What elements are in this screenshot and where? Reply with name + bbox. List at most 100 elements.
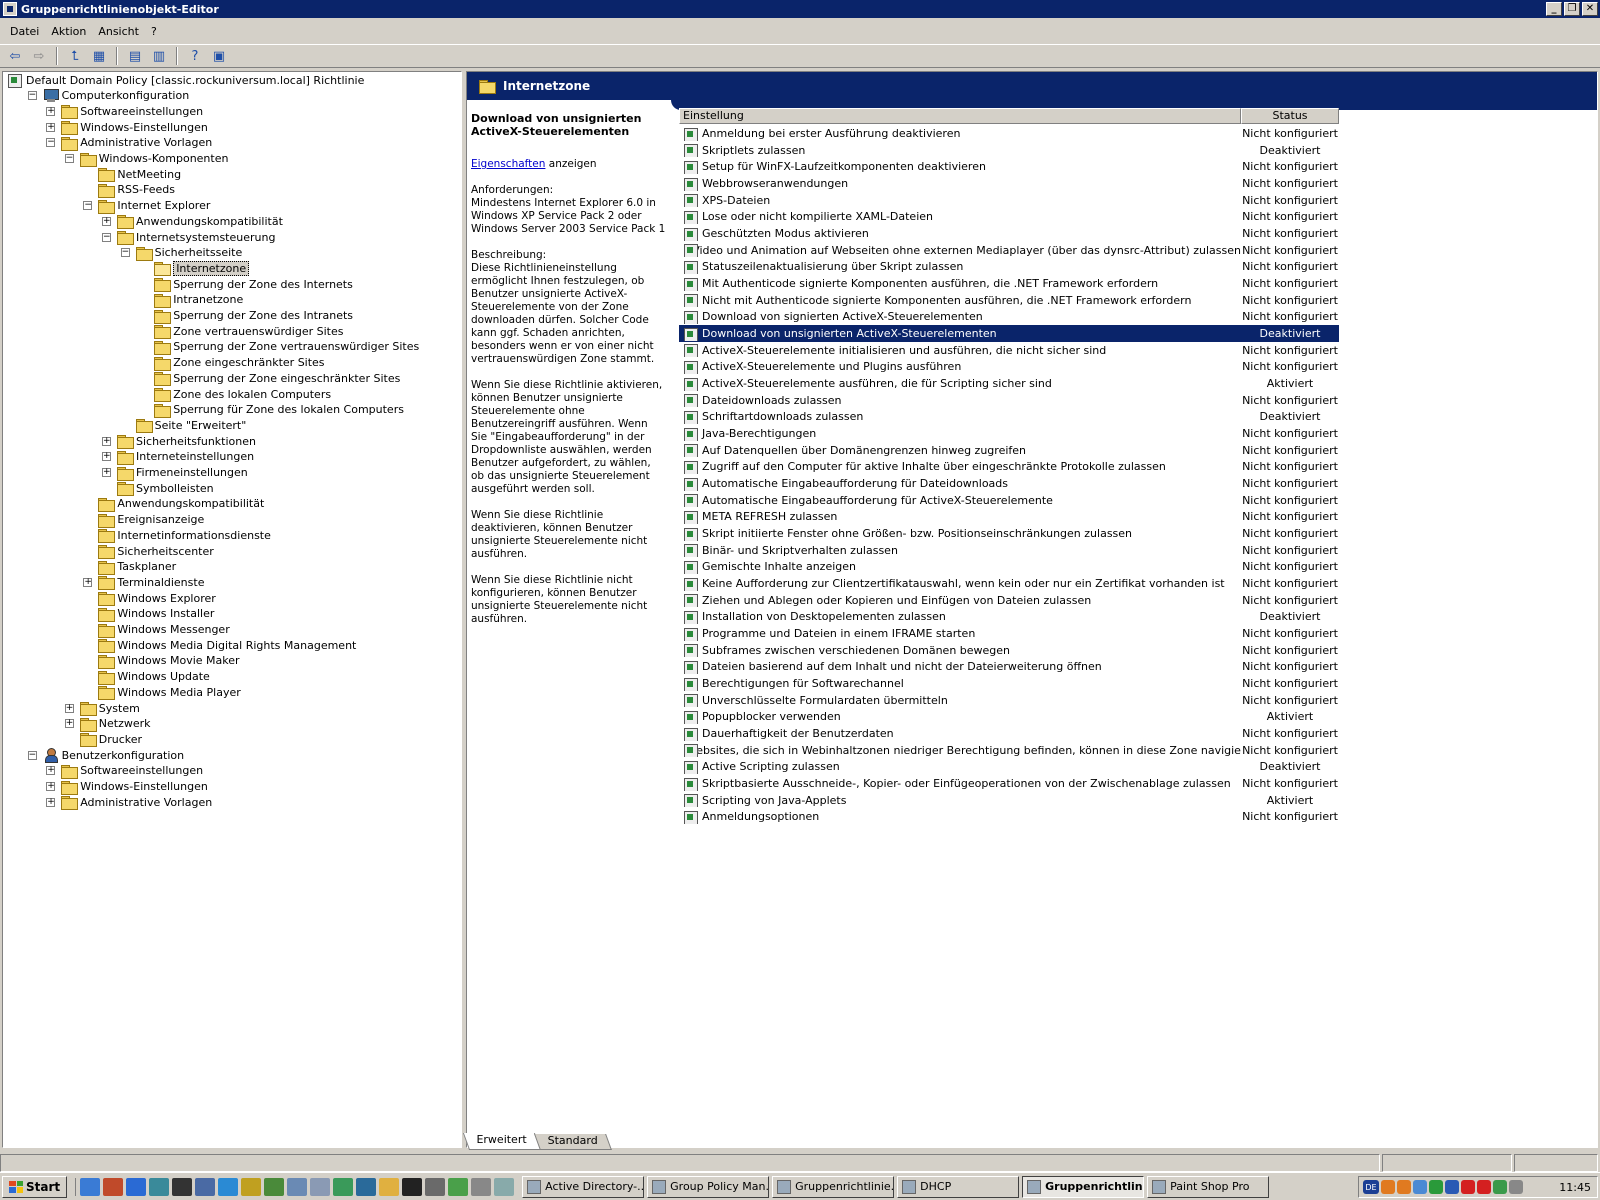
setting-row[interactable]: Skriptlets zulassen Deaktiviert: [679, 142, 1339, 159]
expand-icon[interactable]: +: [102, 436, 111, 446]
disk-icon[interactable]: [287, 1177, 308, 1196]
forward-icon[interactable]: ⇨: [28, 46, 50, 66]
setting-row[interactable]: Binär- und Skriptverhalten zulassen Nicht…: [679, 542, 1339, 559]
expand-icon[interactable]: +: [46, 782, 56, 791]
help-icon[interactable]: ?: [184, 46, 206, 66]
expand-icon[interactable]: +: [102, 216, 111, 226]
tray-stop-icon[interactable]: [1461, 1180, 1475, 1194]
tree-item[interactable]: Sperrung der Zone eingeschränkter Sites: [139, 370, 400, 387]
setting-row[interactable]: Auf Datenquellen über Domänengrenzen hin…: [679, 442, 1339, 459]
tree-item[interactable]: + Softwareeinstellungen: [46, 763, 203, 779]
tree-item[interactable]: + Firmeneinstellungen: [102, 465, 248, 481]
tree-item[interactable]: − Windows-Komponenten: [64, 151, 228, 167]
tree-item[interactable]: Ereignisanzeige: [83, 512, 204, 528]
setting-row[interactable]: Dauerhaftigkeit der Benutzerdaten Nicht k…: [679, 725, 1339, 742]
tree-item[interactable]: Sicherheitscenter: [83, 543, 214, 559]
setting-row[interactable]: Anmeldungsoptionen Nicht konfiguriert: [679, 808, 1339, 825]
tree-item[interactable]: Symbolleisten: [102, 480, 214, 497]
taskbar-button[interactable]: Paint Shop Pro: [1147, 1175, 1270, 1198]
setting-row[interactable]: META REFRESH zulassen Nicht konfiguriert: [679, 508, 1339, 525]
show-hide-tree-icon[interactable]: ▦: [88, 46, 110, 66]
setting-row[interactable]: Setup für WinFX-Laufzeitkomponenten deak…: [679, 158, 1339, 175]
collapse-icon[interactable]: −: [27, 91, 37, 101]
tray-recycle-icon[interactable]: [1493, 1180, 1507, 1194]
setting-row[interactable]: Lose oder nicht kompilierte XAML-Dateien…: [679, 208, 1339, 225]
tree-item[interactable]: Sperrung der Zone des Intranets: [139, 308, 353, 324]
tray-shield-icon[interactable]: [1429, 1180, 1443, 1194]
setting-row[interactable]: Automatische Eingabeaufforderung für Dat…: [679, 475, 1339, 492]
setting-row[interactable]: Geschützten Modus aktivieren Nicht konfig…: [679, 225, 1339, 242]
tree-item[interactable]: RSS-Feeds: [83, 182, 175, 198]
tree-item[interactable]: Windows Media Digital Rights Management: [83, 637, 356, 654]
tab-standard[interactable]: Standard: [534, 1134, 613, 1150]
tree-item[interactable]: + Windows-Einstellungen: [46, 119, 208, 136]
setting-row[interactable]: Websites, die sich in Webinhaltzonen nie…: [679, 742, 1339, 759]
expand-icon[interactable]: +: [102, 468, 111, 477]
setting-row[interactable]: Download von unsignierten ActiveX-Steuer…: [679, 325, 1339, 343]
tree-item[interactable]: Zone eingeschränkter Sites: [139, 355, 325, 371]
properties-icon[interactable]: ▤: [124, 46, 146, 66]
console-icon[interactable]: ▣: [208, 46, 230, 66]
cmd-icon[interactable]: [172, 1177, 193, 1196]
setting-row[interactable]: Video und Animation auf Webseiten ohne e…: [679, 242, 1339, 259]
column-header-setting[interactable]: Einstellung: [679, 108, 1241, 124]
ie-icon[interactable]: [80, 1177, 101, 1196]
tree-item[interactable]: Windows Update: [83, 669, 210, 685]
tree-item[interactable]: − Internet Explorer: [83, 198, 210, 214]
tree-item[interactable]: Windows Installer: [83, 606, 214, 622]
setting-row[interactable]: Statuszeilenaktualisierung über Skript z…: [679, 258, 1339, 275]
language-indicator[interactable]: DE: [1363, 1180, 1379, 1194]
menu-ansicht[interactable]: Ansicht: [92, 25, 145, 38]
tree-item[interactable]: Windows Explorer: [83, 590, 216, 607]
tree-item[interactable]: + Softwareeinstellungen: [46, 103, 203, 120]
setting-row[interactable]: Zugriff auf den Computer für aktive Inha…: [679, 458, 1339, 475]
taskbar-button[interactable]: Gruppenrichtlin...: [1022, 1175, 1145, 1198]
menu-aktion[interactable]: Aktion: [45, 25, 92, 38]
clock[interactable]: 11:45: [1559, 1181, 1591, 1194]
collapse-icon[interactable]: −: [27, 750, 37, 760]
tree-item[interactable]: Sperrung der Zone des Internets: [139, 276, 353, 293]
close-button[interactable]: ✕: [1582, 2, 1598, 16]
network-icon[interactable]: [126, 1177, 147, 1196]
check-icon[interactable]: [494, 1177, 515, 1196]
taskbar-button[interactable]: Active Directory-...: [522, 1175, 645, 1198]
setting-row[interactable]: Ziehen und Ablegen oder Kopieren und Ein…: [679, 592, 1339, 609]
tree-item[interactable]: − Computerkonfiguration: [27, 88, 189, 104]
tree-item[interactable]: + Administrative Vorlagen: [46, 794, 212, 811]
collapse-icon[interactable]: −: [64, 154, 74, 163]
tree-item[interactable]: Windows Movie Maker: [83, 653, 240, 669]
setting-row[interactable]: Schriftartdownloads zulassen Deaktiviert: [679, 408, 1339, 425]
start-button[interactable]: Start: [2, 1175, 68, 1198]
setting-row[interactable]: Berechtigungen für Softwarechannel Nicht …: [679, 675, 1339, 692]
setting-row[interactable]: Popupblocker verwenden Aktiviert: [679, 708, 1339, 725]
collapse-icon[interactable]: −: [102, 232, 111, 242]
setting-row[interactable]: Mit Authenticode signierte Komponenten a…: [679, 275, 1339, 292]
collapse-icon[interactable]: −: [120, 248, 130, 258]
setting-row[interactable]: Unverschlüsselte Formulardaten übermitte…: [679, 692, 1339, 709]
setting-row[interactable]: Skript initiierte Fenster ohne Größen- b…: [679, 525, 1339, 542]
tray-network-icon[interactable]: [1413, 1180, 1427, 1194]
server-icon[interactable]: [356, 1177, 377, 1196]
tree-item[interactable]: Intranetzone: [139, 292, 243, 308]
monitor-icon[interactable]: [195, 1177, 216, 1196]
tree-item[interactable]: Taskplaner: [83, 559, 176, 575]
tree-item[interactable]: Seite "Erweitert": [121, 417, 246, 434]
expand-icon[interactable]: +: [102, 452, 111, 462]
tab-erweitert[interactable]: Erweitert: [462, 1133, 542, 1150]
collapse-icon[interactable]: −: [83, 201, 93, 211]
user-icon[interactable]: [149, 1177, 170, 1196]
setting-row[interactable]: Download von signierten ActiveX-Steuerel…: [679, 308, 1339, 325]
tree-item[interactable]: NetMeeting: [83, 166, 181, 183]
properties-link[interactable]: Eigenschaften: [471, 158, 545, 170]
taskbar-button[interactable]: Group Policy Man...: [647, 1175, 770, 1198]
tree-item[interactable]: Sperrung der Zone vertrauenswürdiger Sit…: [139, 339, 419, 355]
print-icon[interactable]: [471, 1177, 492, 1196]
tray-alert-icon[interactable]: [1477, 1180, 1491, 1194]
collapse-icon[interactable]: −: [46, 138, 56, 148]
tree-item[interactable]: Zone vertrauenswürdiger Sites: [139, 323, 343, 340]
tree-item[interactable]: Default Domain Policy [classic.rockunive…: [7, 72, 364, 88]
tree-item[interactable]: + Interneteinstellungen: [102, 449, 254, 465]
tree-icon[interactable]: [333, 1177, 354, 1196]
cmd2-icon[interactable]: [402, 1177, 423, 1196]
tray-app-icon[interactable]: [1397, 1180, 1411, 1194]
